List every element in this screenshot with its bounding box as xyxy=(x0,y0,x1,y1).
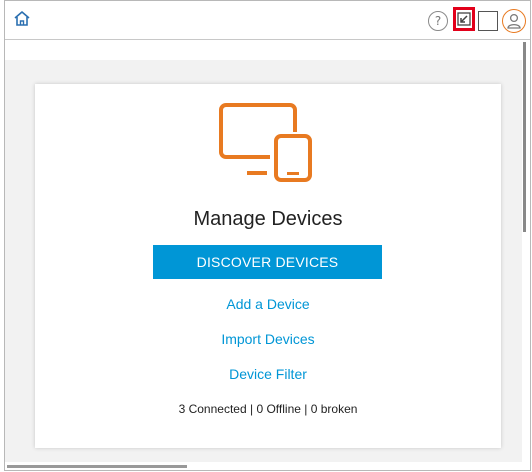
discover-devices-button[interactable]: DISCOVER DEVICES xyxy=(153,245,382,279)
app-window: ? Manage Devices DISCOVER DEVICES Add a … xyxy=(4,0,531,471)
window-icon[interactable] xyxy=(478,11,498,31)
horizontal-scrollbar[interactable] xyxy=(5,462,530,470)
home-icon[interactable] xyxy=(12,9,32,29)
horizontal-scrollbar-thumb[interactable] xyxy=(7,465,187,468)
popout-icon xyxy=(457,12,471,26)
content-area: Manage Devices DISCOVER DEVICES Add a De… xyxy=(5,40,522,462)
popout-button[interactable] xyxy=(453,7,475,31)
add-device-link[interactable]: Add a Device xyxy=(226,296,309,312)
title-bar: ? xyxy=(5,1,530,40)
device-filter-link-row: Device Filter xyxy=(35,366,501,382)
broken-count: 0 broken xyxy=(310,402,358,416)
help-icon-label: ? xyxy=(434,14,442,28)
vertical-scrollbar-thumb[interactable] xyxy=(523,42,526,232)
user-icon[interactable] xyxy=(502,9,526,33)
add-device-link-row: Add a Device xyxy=(35,296,501,312)
content-header-strip xyxy=(5,40,522,60)
help-icon[interactable]: ? xyxy=(428,11,448,31)
connected-count: 3 Connected xyxy=(178,402,247,416)
device-filter-link[interactable]: Device Filter xyxy=(229,366,307,382)
manage-devices-card: Manage Devices DISCOVER DEVICES Add a De… xyxy=(35,84,501,448)
status-separator: | xyxy=(300,402,311,416)
device-status-summary: 3 Connected | 0 Offline | 0 broken xyxy=(35,402,501,416)
import-devices-link-row: Import Devices xyxy=(35,331,501,347)
card-title: Manage Devices xyxy=(193,208,343,230)
offline-count: 0 Offline xyxy=(256,402,301,416)
vertical-scrollbar[interactable] xyxy=(522,40,530,462)
devices-icon xyxy=(219,103,312,182)
import-devices-link[interactable]: Import Devices xyxy=(221,331,314,347)
status-separator: | xyxy=(246,402,257,416)
